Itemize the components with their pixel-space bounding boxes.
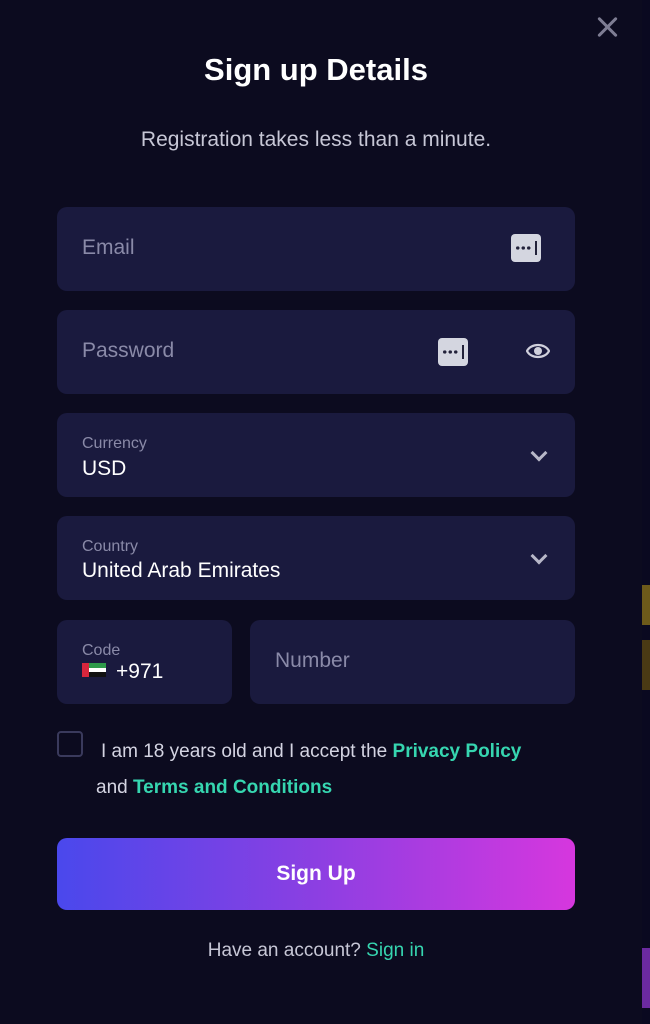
currency-value: USD — [82, 457, 127, 480]
country-select[interactable]: Country United Arab Emirates — [57, 516, 575, 600]
consent-text: I am 18 years old and I accept the Priva… — [96, 741, 522, 798]
dialog-title: Sign up Details — [204, 52, 428, 87]
age-consent-checkbox[interactable] — [57, 731, 83, 757]
email-placeholder: Email — [82, 236, 135, 259]
password-field[interactable]: Password — [57, 310, 575, 394]
close-icon[interactable] — [594, 14, 620, 40]
background-edge — [642, 0, 650, 1024]
phone-code-select[interactable]: Code +971 — [57, 620, 232, 704]
number-placeholder: Number — [275, 649, 350, 672]
have-account-text: Have an account? — [207, 940, 367, 961]
password-manager-icon[interactable] — [438, 338, 468, 366]
code-label: Code — [82, 642, 121, 659]
password-placeholder: Password — [82, 339, 175, 362]
eye-icon[interactable] — [525, 340, 551, 362]
sign-in-link[interactable]: Sign in — [366, 940, 424, 961]
uae-flag-icon — [82, 663, 106, 678]
country-value: United Arab Emirates — [82, 559, 281, 582]
chevron-down-icon — [530, 444, 548, 462]
dialog-subtitle: Registration takes less than a minute. — [140, 128, 492, 151]
privacy-policy-link[interactable]: Privacy Policy — [393, 741, 522, 762]
chevron-down-icon — [530, 547, 548, 565]
sign-up-button[interactable]: Sign Up — [57, 838, 575, 910]
currency-select[interactable]: Currency USD — [57, 413, 575, 497]
code-value: +971 — [116, 660, 164, 683]
password-manager-icon[interactable] — [511, 234, 541, 262]
currency-label: Currency — [82, 435, 147, 452]
phone-number-field[interactable]: Number — [250, 620, 575, 704]
country-label: Country — [82, 538, 139, 555]
terms-link[interactable]: Terms and Conditions — [133, 777, 332, 798]
email-field[interactable]: Email — [57, 207, 575, 291]
footer: Have an account? Sign in — [0, 940, 632, 962]
